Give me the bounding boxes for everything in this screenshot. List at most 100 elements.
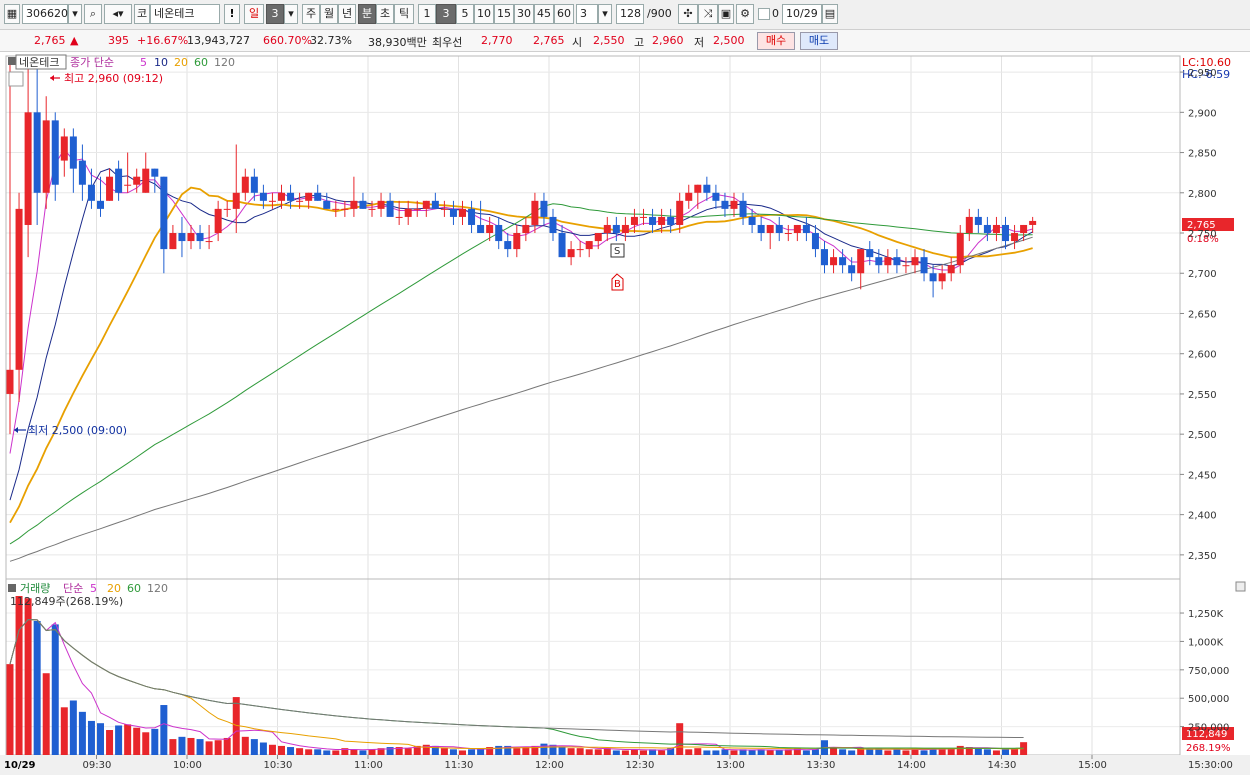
best-bid: 2,765 xyxy=(533,34,565,47)
stock-code-input[interactable]: 306620 xyxy=(22,4,68,24)
x-axis-date: 10/29 xyxy=(4,760,36,771)
volume-bar xyxy=(278,745,285,755)
price-tick-label: 2,850 xyxy=(1188,149,1217,160)
date-checkbox[interactable] xyxy=(758,8,770,20)
period-week-button[interactable]: 주 xyxy=(302,4,320,24)
count-total: /900 xyxy=(647,7,672,20)
candle-body xyxy=(15,208,23,370)
period-n-button[interactable]: 3 xyxy=(266,4,284,24)
drawing-tools-icon[interactable]: ⤨ xyxy=(698,4,718,24)
date-input[interactable]: 10/29 xyxy=(782,4,822,24)
volume-bar xyxy=(142,732,150,755)
candle-body xyxy=(965,216,973,234)
volume-bar xyxy=(296,748,304,755)
period-second-button[interactable]: 초 xyxy=(376,4,394,24)
signal-marker-s[interactable]: S xyxy=(610,243,625,258)
x-tick-label: 14:30 xyxy=(988,760,1017,771)
interval-1-button[interactable]: 1 xyxy=(418,4,436,24)
candle-body xyxy=(676,200,684,225)
panel-menu-icon[interactable] xyxy=(8,57,16,65)
interval-dropdown-icon[interactable]: ▾ xyxy=(598,4,612,24)
interval-15-button[interactable]: 15 xyxy=(494,4,514,24)
volume-bar xyxy=(612,750,620,755)
interval-5-button[interactable]: 5 xyxy=(456,4,474,24)
sound-icon[interactable]: ◂▾ xyxy=(104,4,132,24)
buy-button[interactable]: 매수 xyxy=(757,32,795,50)
sell-button[interactable]: 매도 xyxy=(800,32,838,50)
candle-body xyxy=(296,200,304,202)
candle-body xyxy=(250,176,258,193)
turnover-ratio: 32.73% xyxy=(310,34,352,47)
interval-3-button[interactable]: 3 xyxy=(436,4,456,24)
volume-bar xyxy=(323,750,331,755)
gear-icon[interactable]: ⚙ xyxy=(736,4,754,24)
candle-body xyxy=(612,224,620,234)
panel-maximize-icon[interactable] xyxy=(1235,581,1246,592)
svg-text:B: B xyxy=(614,279,621,290)
stock-name-field[interactable]: 네온테크 xyxy=(150,4,220,24)
candle-body xyxy=(314,192,322,201)
indicator-icon[interactable]: ✣ xyxy=(678,4,698,24)
candle-body xyxy=(323,200,331,209)
candle-body xyxy=(567,249,575,258)
candle-body xyxy=(142,168,150,193)
candle-body xyxy=(911,257,919,266)
volume-bar xyxy=(576,748,584,755)
candle-body xyxy=(477,224,485,234)
search-icon[interactable]: ⌕ xyxy=(84,4,102,24)
grid-toggle-icon[interactable] xyxy=(8,71,24,87)
candle-body xyxy=(87,184,95,201)
volume-bar xyxy=(250,739,258,755)
volume-bar xyxy=(956,745,964,755)
stock-code-dropdown-icon[interactable]: ▾ xyxy=(68,4,82,24)
candle-body xyxy=(51,120,59,185)
candle-body xyxy=(1029,220,1037,225)
volume-tick-label: 500,000 xyxy=(1188,694,1229,705)
candle-body xyxy=(350,200,358,209)
candle-body xyxy=(866,249,874,258)
volume-bar xyxy=(214,740,222,755)
candle-body xyxy=(241,176,249,193)
period-dropdown-icon[interactable]: ▾ xyxy=(284,4,298,24)
candle-body xyxy=(893,257,901,266)
period-day-button[interactable]: 일 xyxy=(244,4,264,24)
volume-ma-5: 5 xyxy=(90,582,97,595)
period-year-button[interactable]: 년 xyxy=(338,4,356,24)
candle-body xyxy=(802,224,810,234)
volume-bar xyxy=(513,748,521,755)
interval-30-button[interactable]: 30 xyxy=(514,4,534,24)
chart-area[interactable]: 네온테크 종가 단순 5 10 20 60 120 최고 2,960 (09:1… xyxy=(0,52,1250,775)
interval-45-button[interactable]: 45 xyxy=(534,4,554,24)
interval-60-button[interactable]: 60 xyxy=(554,4,574,24)
candle-body xyxy=(413,208,421,210)
volume-bar xyxy=(594,749,602,755)
period-tick-button[interactable]: 틱 xyxy=(394,4,414,24)
candle-body xyxy=(712,192,720,201)
candle-body xyxy=(558,233,566,258)
candle-body xyxy=(42,120,50,193)
x-tick-label: 10:00 xyxy=(173,760,202,771)
chart-menu-icon[interactable]: ▦ xyxy=(4,4,20,24)
interval-input[interactable]: 3 xyxy=(576,4,598,24)
volume-bar xyxy=(160,705,168,755)
candle-body xyxy=(621,224,629,234)
price-ma-title: 종가 단순 xyxy=(70,56,114,69)
candle-body xyxy=(513,233,521,250)
period-minute-button[interactable]: 분 xyxy=(358,4,376,24)
calendar-icon[interactable]: ▤ xyxy=(822,4,838,24)
x-axis-end: 15:30:00 xyxy=(1188,760,1233,771)
volume-bar xyxy=(350,749,358,755)
change-value: 395 xyxy=(108,34,129,47)
save-icon[interactable]: ▣ xyxy=(718,4,734,24)
volume-bar xyxy=(748,750,756,755)
warning-button[interactable]: ! xyxy=(224,4,240,24)
count-input[interactable]: 128 xyxy=(616,4,644,24)
volume-panel-menu-icon[interactable] xyxy=(8,584,16,592)
price-tick-label: 2,600 xyxy=(1188,350,1217,361)
interval-10-button[interactable]: 10 xyxy=(474,4,494,24)
candle-body xyxy=(983,224,991,234)
volume-bar xyxy=(314,749,322,755)
period-month-button[interactable]: 월 xyxy=(320,4,338,24)
volume-bar xyxy=(268,744,276,755)
candle-body xyxy=(920,257,928,274)
